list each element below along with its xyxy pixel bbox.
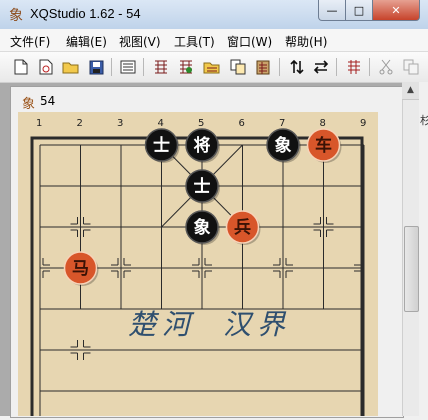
app-icon: 象 bbox=[9, 8, 23, 24]
menu-window[interactable]: 窗口(W) bbox=[227, 33, 272, 50]
save-icon bbox=[89, 60, 103, 74]
toolbar-separator bbox=[369, 58, 370, 76]
toolbar-separator bbox=[143, 58, 144, 76]
flip-horizontal-button[interactable] bbox=[311, 57, 331, 77]
close-button[interactable]: ✕ bbox=[372, 0, 420, 21]
toolbar-separator bbox=[279, 58, 280, 76]
new-game-button[interactable] bbox=[36, 57, 56, 77]
piece-label: 兵 bbox=[234, 217, 251, 238]
open-button[interactable] bbox=[61, 57, 81, 77]
file-number: 2 bbox=[77, 118, 83, 129]
board-tools-icon bbox=[180, 60, 192, 74]
close-icon: ✕ bbox=[391, 3, 401, 17]
menu-file[interactable]: 文件(F) bbox=[10, 33, 50, 50]
right-panel-label: 杉 bbox=[420, 114, 428, 127]
file-number: 6 bbox=[239, 118, 245, 129]
piece-label: 象 bbox=[275, 135, 292, 156]
cut-icon bbox=[379, 59, 393, 75]
minimize-button[interactable]: — bbox=[318, 0, 346, 21]
new-document-icon bbox=[14, 59, 28, 75]
board-area[interactable]: 123456789 楚河 汉界 士将象车士象兵马 bbox=[18, 112, 378, 420]
child-window-icon: 象 bbox=[22, 97, 36, 112]
river-text-right: 汉界 bbox=[223, 308, 291, 341]
window-title: XQStudio 1.62 - 54 bbox=[30, 6, 141, 21]
toolbar bbox=[0, 52, 428, 83]
piece-label: 士 bbox=[153, 135, 170, 156]
move-list-button[interactable] bbox=[344, 57, 364, 77]
file-number: 5 bbox=[198, 118, 204, 129]
notes-icon bbox=[120, 60, 136, 74]
river-text-left: 楚河 bbox=[128, 308, 196, 341]
title-bar: 象 XQStudio 1.62 - 54 — □ ✕ bbox=[0, 0, 428, 30]
menu-edit[interactable]: 编辑(E) bbox=[66, 33, 107, 50]
flip-vertical-button[interactable] bbox=[287, 57, 307, 77]
menu-help[interactable]: 帮助(H) bbox=[285, 33, 327, 50]
piece-label: 象 bbox=[194, 217, 211, 238]
flip-horizontal-icon bbox=[313, 60, 329, 74]
save-button[interactable] bbox=[86, 57, 106, 77]
piece-label: 车 bbox=[315, 135, 332, 156]
toolbar-separator bbox=[111, 58, 112, 76]
copy-board-button[interactable] bbox=[228, 57, 248, 77]
maximize-button[interactable]: □ bbox=[345, 0, 373, 21]
move-list-icon bbox=[348, 60, 360, 74]
menu-view[interactable]: 视图(V) bbox=[119, 33, 161, 50]
cut-button[interactable] bbox=[376, 57, 396, 77]
file-number: 3 bbox=[117, 118, 123, 129]
board-save-button[interactable] bbox=[202, 57, 222, 77]
file-number: 7 bbox=[279, 118, 285, 129]
copy-button[interactable] bbox=[401, 57, 421, 77]
open-folder-icon bbox=[62, 62, 79, 74]
file-number: 9 bbox=[360, 118, 366, 129]
new-document-button[interactable] bbox=[11, 57, 31, 77]
minimize-icon: — bbox=[326, 3, 338, 17]
xiangqi-board[interactable]: 123456789 楚河 汉界 士将象车士象 兵马 bbox=[18, 112, 378, 420]
piece-label: 士 bbox=[194, 176, 211, 197]
flip-vertical-icon bbox=[290, 59, 304, 75]
scroll-up-button[interactable]: ▲ bbox=[402, 82, 419, 100]
notes-button[interactable] bbox=[118, 57, 138, 77]
toolbar-separator bbox=[336, 58, 337, 76]
copy-board-icon bbox=[230, 59, 246, 75]
maximize-icon: □ bbox=[353, 3, 365, 17]
child-window-title: 54 bbox=[40, 94, 56, 108]
right-panel-edge bbox=[419, 82, 428, 416]
menu-bar: 文件(F) 编辑(E) 视图(V) 工具(T) 窗口(W) 帮助(H) bbox=[0, 29, 428, 52]
file-number: 1 bbox=[36, 118, 42, 129]
board-save-icon bbox=[203, 62, 220, 74]
edit-board-icon bbox=[155, 60, 167, 74]
piece-label: 马 bbox=[72, 259, 89, 279]
paste-board-button[interactable] bbox=[253, 57, 273, 77]
file-number: 8 bbox=[320, 118, 326, 129]
menu-tools[interactable]: 工具(T) bbox=[174, 33, 215, 50]
file-number: 4 bbox=[158, 118, 164, 129]
copy-icon bbox=[403, 59, 419, 75]
board-tools-button[interactable] bbox=[176, 57, 196, 77]
new-game-icon bbox=[39, 59, 53, 75]
scroll-thumb[interactable] bbox=[404, 226, 419, 312]
edit-board-button[interactable] bbox=[151, 57, 171, 77]
piece-label: 将 bbox=[194, 135, 211, 156]
paste-board-icon bbox=[256, 60, 270, 75]
